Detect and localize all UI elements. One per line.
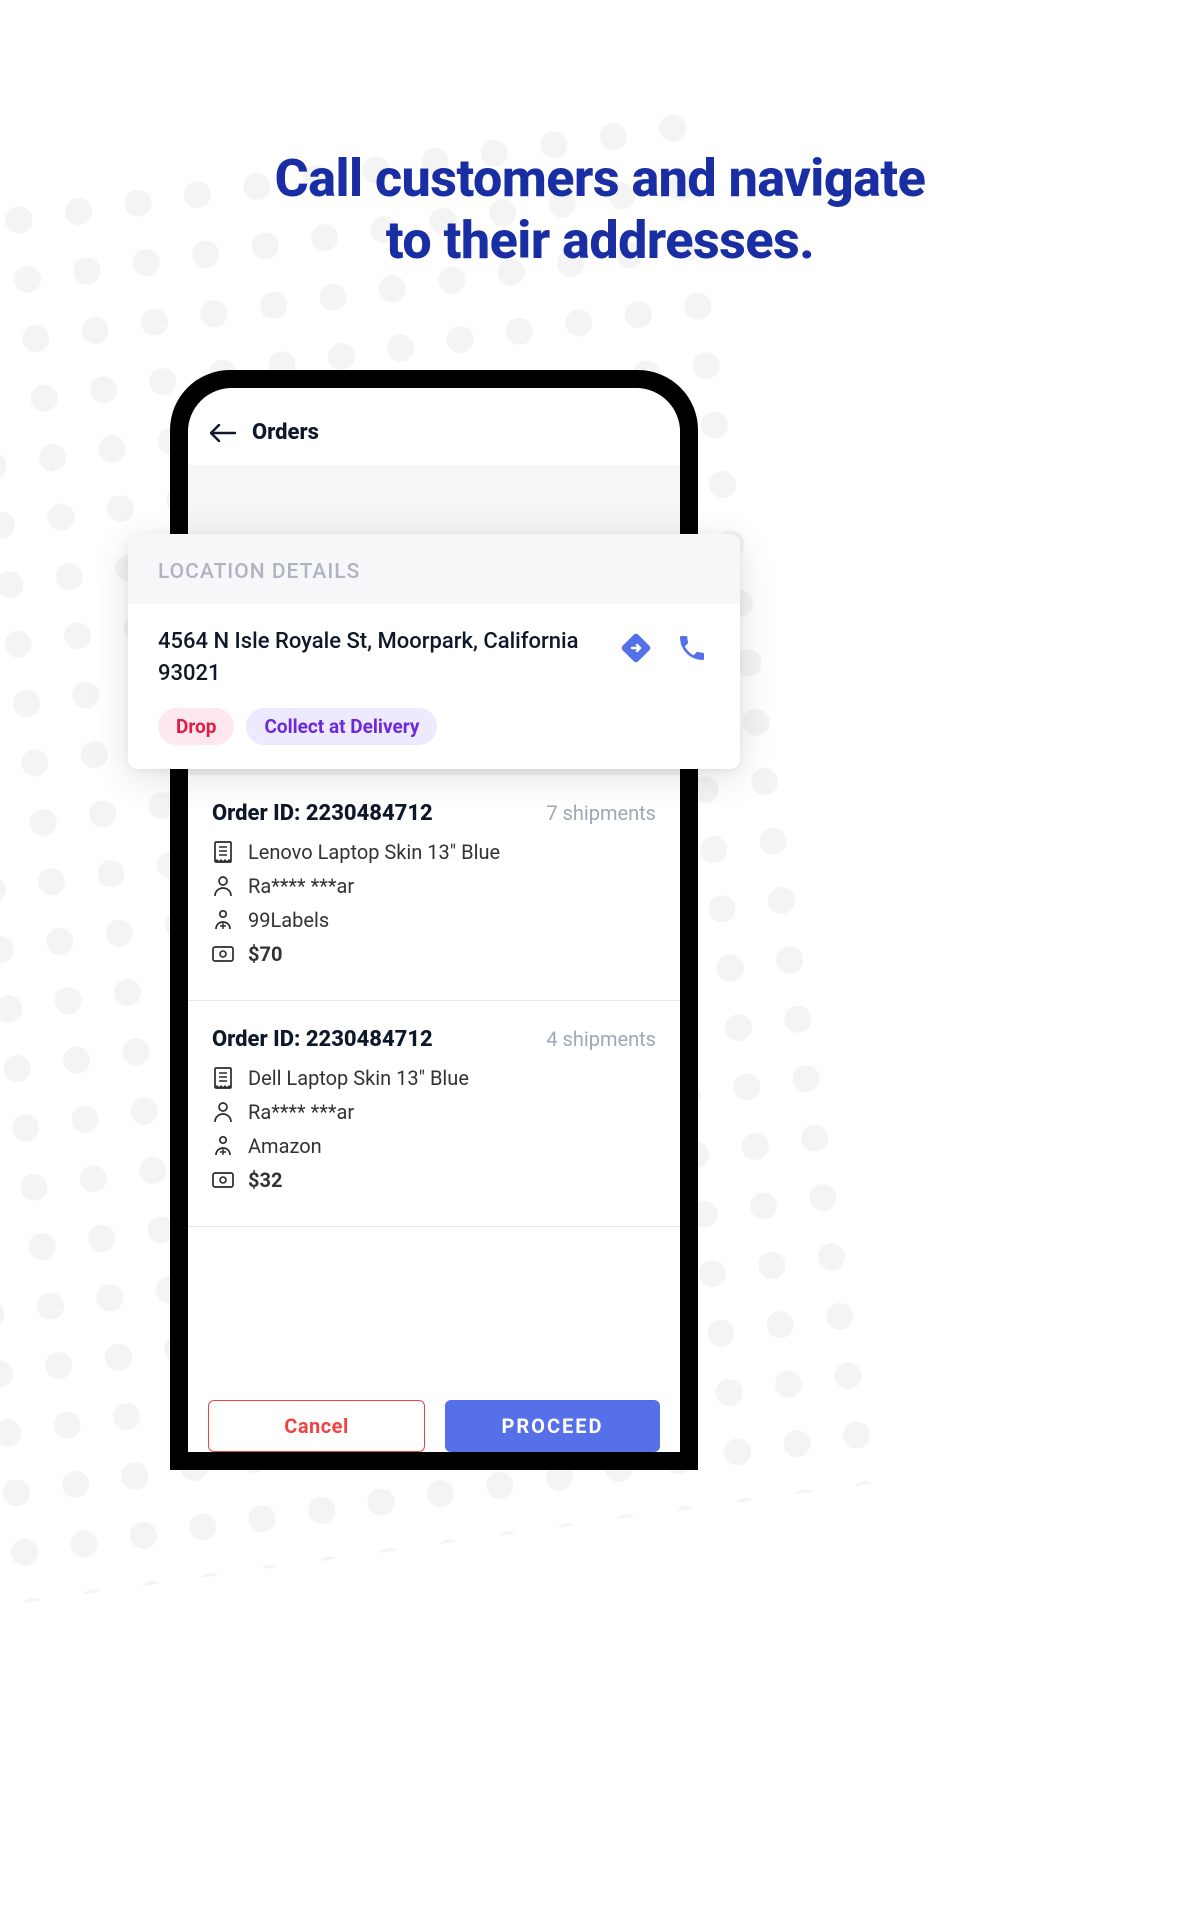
- product-name: Dell Laptop Skin 13" Blue: [248, 1066, 469, 1090]
- shipments-count: 4 shipments: [546, 1027, 656, 1051]
- seller-line: 99Labels: [212, 908, 656, 932]
- headline-line-2: to their addresses.: [0, 210, 1200, 272]
- headline-line-1: Call customers and navigate: [0, 148, 1200, 210]
- amount-line: $32: [212, 1168, 656, 1192]
- customer-name: Ra**** ***ar: [248, 874, 354, 898]
- phone-icon[interactable]: [674, 630, 710, 666]
- amount-value: $32: [248, 1168, 282, 1192]
- page-title: Orders: [252, 420, 319, 445]
- location-details-header: LOCATION DETAILS: [128, 534, 740, 604]
- order-row: Order ID: 2230484712 4 shipments: [212, 1027, 656, 1052]
- tags: Drop Collect at Delivery: [158, 708, 710, 745]
- cancel-button[interactable]: Cancel: [208, 1400, 425, 1452]
- address-text: 4564 N Isle Royale St, Moorpark, Califor…: [158, 626, 604, 690]
- seller-name: 99Labels: [248, 908, 329, 932]
- store-icon: [212, 1135, 234, 1157]
- directions-icon[interactable]: [618, 630, 654, 666]
- receipt-icon: [212, 1067, 234, 1089]
- person-icon: [212, 1101, 234, 1123]
- order-id-label: Order ID: 2230484712: [212, 1027, 433, 1052]
- order-card-1[interactable]: Order ID: 2230484712 4 shipments Dell La…: [188, 1001, 680, 1227]
- topbar: Orders: [188, 388, 680, 465]
- location-details-card: LOCATION DETAILS 4564 N Isle Royale St, …: [128, 534, 740, 769]
- customer-line: Ra**** ***ar: [212, 1100, 656, 1124]
- product-name: Lenovo Laptop Skin 13" Blue: [248, 840, 500, 864]
- location-top: 4564 N Isle Royale St, Moorpark, Califor…: [158, 626, 710, 690]
- headline: Call customers and navigate to their add…: [0, 148, 1200, 273]
- location-body: 4564 N Isle Royale St, Moorpark, Califor…: [128, 604, 740, 769]
- order-id-label: Order ID: 2230484712: [212, 801, 433, 826]
- shipments-count: 7 shipments: [546, 801, 656, 825]
- product-line: Lenovo Laptop Skin 13" Blue: [212, 840, 656, 864]
- footer-buttons: Cancel PROCEED: [188, 1382, 680, 1452]
- order-card-0[interactable]: Order ID: 2230484712 7 shipments Lenovo …: [188, 775, 680, 1001]
- back-icon[interactable]: [210, 424, 236, 442]
- proceed-button[interactable]: PROCEED: [445, 1400, 660, 1452]
- tag-collect: Collect at Delivery: [246, 708, 437, 745]
- customer-line: Ra**** ***ar: [212, 874, 656, 898]
- amount-value: $70: [248, 942, 282, 966]
- money-icon: [212, 1169, 234, 1191]
- customer-name: Ra**** ***ar: [248, 1100, 354, 1124]
- person-icon: [212, 875, 234, 897]
- order-row: Order ID: 2230484712 7 shipments: [212, 801, 656, 826]
- money-icon: [212, 943, 234, 965]
- seller-line: Amazon: [212, 1134, 656, 1158]
- amount-line: $70: [212, 942, 656, 966]
- location-actions: [618, 626, 710, 666]
- spacer: [188, 1227, 680, 1382]
- receipt-icon: [212, 841, 234, 863]
- product-line: Dell Laptop Skin 13" Blue: [212, 1066, 656, 1090]
- tag-drop: Drop: [158, 708, 234, 745]
- seller-name: Amazon: [248, 1134, 322, 1158]
- store-icon: [212, 909, 234, 931]
